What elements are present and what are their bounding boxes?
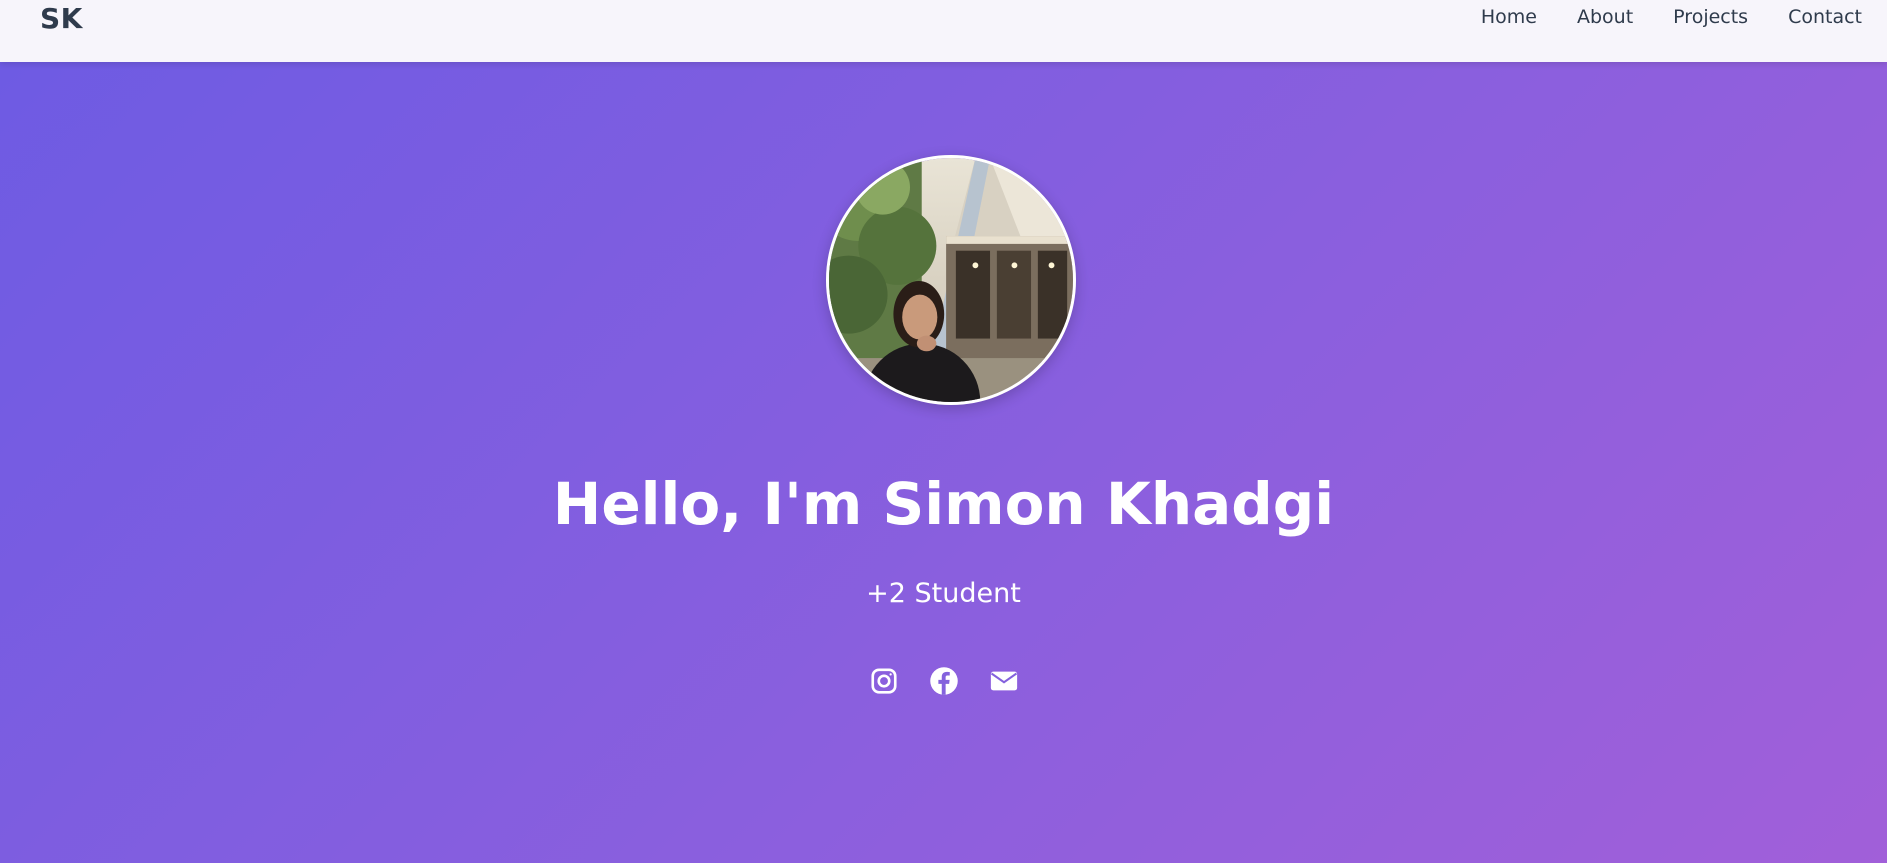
nav-link-about[interactable]: About	[1577, 6, 1633, 28]
profile-photo	[829, 158, 1073, 402]
facebook-icon[interactable]	[929, 666, 959, 696]
social-links	[0, 666, 1887, 696]
hero-subtitle: +2 Student	[866, 578, 1021, 609]
site-logo[interactable]: SK	[40, 2, 83, 35]
nav-links: Home About Projects Contact	[1481, 6, 1862, 28]
nav-link-contact[interactable]: Contact	[1788, 6, 1862, 28]
envelope-icon[interactable]	[989, 666, 1019, 696]
nav-link-home[interactable]: Home	[1481, 6, 1537, 28]
hero-title: Hello, I'm Simon Khadgi	[552, 470, 1335, 538]
profile-avatar	[826, 155, 1076, 405]
navbar: SK Home About Projects Contact	[0, 0, 1887, 62]
nav-link-projects[interactable]: Projects	[1673, 6, 1748, 28]
instagram-icon[interactable]	[869, 666, 899, 696]
hero-section: Hello, I'm Simon Khadgi +2 Student	[0, 62, 1887, 863]
